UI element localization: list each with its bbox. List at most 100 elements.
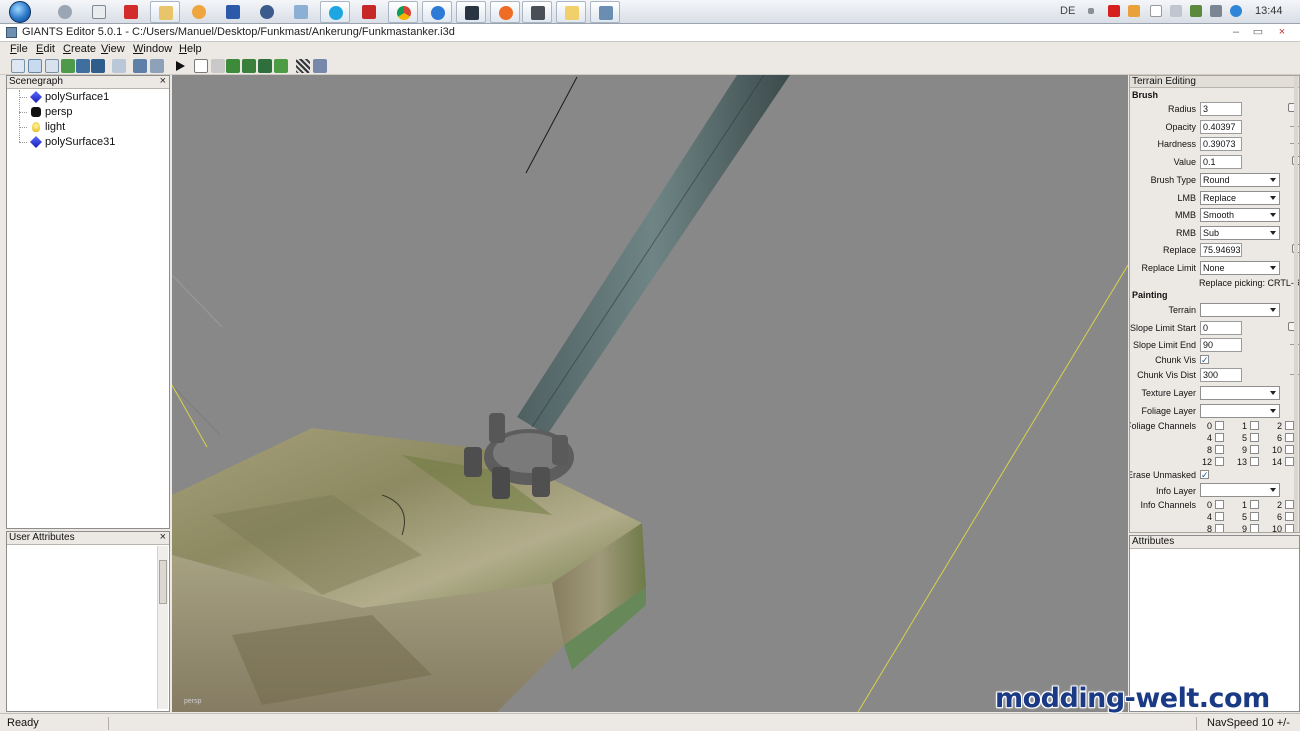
channel-checkbox[interactable] bbox=[1285, 512, 1294, 521]
viewport-3d[interactable]: persp bbox=[172, 75, 1128, 712]
network-icon[interactable] bbox=[1170, 5, 1182, 17]
user-attributes-scrollbar[interactable] bbox=[157, 546, 168, 709]
import-icon[interactable] bbox=[45, 59, 59, 73]
channel-checkbox[interactable] bbox=[1215, 457, 1224, 466]
slope-limit-end-input[interactable]: 90 bbox=[1200, 338, 1242, 352]
close-icon[interactable]: × bbox=[160, 531, 166, 543]
redo-icon[interactable] bbox=[150, 59, 164, 73]
terrain-paint-icon[interactable] bbox=[242, 59, 256, 73]
flag-icon[interactable] bbox=[1150, 5, 1162, 17]
opacity-input[interactable]: 0.40397 bbox=[1200, 120, 1242, 134]
chunk-vis-checkbox[interactable]: ✓ bbox=[1200, 355, 1209, 365]
taskbar-app-skype[interactable] bbox=[320, 1, 350, 23]
tray-app-icon[interactable] bbox=[1128, 5, 1140, 17]
taskbar-app-tool[interactable] bbox=[286, 1, 316, 23]
taskbar-app-browser[interactable] bbox=[252, 1, 282, 23]
hardness-input[interactable]: 0.39073 bbox=[1200, 137, 1242, 151]
channel-checkbox[interactable] bbox=[1250, 457, 1259, 466]
replace-input[interactable]: 75.94693 bbox=[1200, 243, 1242, 257]
channel-checkbox[interactable] bbox=[1285, 457, 1294, 466]
channel-checkbox[interactable] bbox=[1250, 500, 1259, 509]
checker-icon[interactable] bbox=[296, 59, 310, 73]
channel-checkbox[interactable] bbox=[1215, 500, 1224, 509]
taskbar-app-ie[interactable] bbox=[422, 1, 452, 23]
channel-checkbox[interactable] bbox=[1215, 421, 1224, 430]
channel-checkbox[interactable] bbox=[1250, 445, 1259, 454]
save-icon[interactable] bbox=[76, 59, 90, 73]
save-as-icon[interactable] bbox=[91, 59, 105, 73]
channel-checkbox[interactable] bbox=[1215, 524, 1224, 532]
channel-checkbox[interactable] bbox=[1215, 512, 1224, 521]
chunk-vis-dist-input[interactable]: 300 bbox=[1200, 368, 1242, 382]
slope-limit-start-input[interactable]: 0 bbox=[1200, 321, 1242, 335]
taskbar-app-giants[interactable] bbox=[590, 1, 620, 23]
open-file-icon[interactable] bbox=[28, 59, 42, 73]
signal-icon[interactable] bbox=[1190, 5, 1202, 17]
taskbar-app-origin[interactable] bbox=[490, 1, 520, 23]
minimize-button[interactable]: ‒ bbox=[1226, 25, 1246, 39]
taskbar-app-word[interactable] bbox=[218, 1, 248, 23]
menu-create[interactable]: Create bbox=[63, 43, 96, 55]
taskbar-app-media[interactable] bbox=[184, 1, 214, 23]
lmb-select[interactable]: Replace bbox=[1200, 191, 1280, 205]
maximize-button[interactable]: ▭ bbox=[1248, 25, 1268, 39]
scrollbar-thumb[interactable] bbox=[159, 560, 167, 604]
menu-file[interactable]: File bbox=[10, 43, 28, 55]
grass-icon[interactable] bbox=[274, 59, 288, 73]
play-icon[interactable] bbox=[173, 59, 187, 73]
foliage-paint-icon[interactable] bbox=[258, 59, 272, 73]
channel-checkbox[interactable] bbox=[1250, 421, 1259, 430]
erase-unmasked-checkbox[interactable]: ✓ bbox=[1200, 470, 1209, 480]
channel-checkbox[interactable] bbox=[1250, 524, 1259, 532]
menu-help[interactable]: Help bbox=[179, 43, 202, 55]
update-icon[interactable] bbox=[1230, 5, 1242, 17]
foliage-layer-select[interactable] bbox=[1200, 404, 1280, 418]
texture-layer-select[interactable] bbox=[1200, 386, 1280, 400]
terrain-sculpt-icon[interactable] bbox=[226, 59, 240, 73]
clock[interactable]: 13:44 bbox=[1255, 5, 1283, 17]
settings-icon[interactable] bbox=[313, 59, 327, 73]
brush-type-select[interactable]: Round bbox=[1200, 173, 1280, 187]
channel-checkbox[interactable] bbox=[1250, 512, 1259, 521]
channel-checkbox[interactable] bbox=[1285, 500, 1294, 509]
antivirus-icon[interactable] bbox=[1108, 5, 1120, 17]
menu-edit[interactable]: Edit bbox=[36, 43, 55, 55]
channel-checkbox[interactable] bbox=[1215, 445, 1224, 454]
magnet-icon[interactable] bbox=[211, 59, 225, 73]
taskbar-app-folder2[interactable] bbox=[556, 1, 586, 23]
volume-icon[interactable] bbox=[1210, 5, 1222, 17]
language-indicator[interactable]: DE bbox=[1060, 5, 1075, 17]
refresh-icon[interactable] bbox=[61, 59, 75, 73]
taskbar-app-chrome[interactable] bbox=[388, 1, 418, 23]
export-icon[interactable] bbox=[112, 59, 126, 73]
close-icon[interactable]: × bbox=[160, 75, 166, 87]
select-tool-icon[interactable] bbox=[194, 59, 208, 73]
taskbar-app-steam[interactable] bbox=[456, 1, 486, 23]
channel-checkbox[interactable] bbox=[1285, 524, 1294, 532]
menu-view[interactable]: View bbox=[101, 43, 125, 55]
channel-checkbox[interactable] bbox=[1285, 421, 1294, 430]
terrain-panel-scrollbar[interactable] bbox=[1294, 76, 1298, 532]
tray-expand-icon[interactable] bbox=[1088, 8, 1094, 14]
close-window-button[interactable]: × bbox=[1272, 25, 1292, 39]
new-file-icon[interactable] bbox=[11, 59, 25, 73]
taskbar-app-red[interactable] bbox=[116, 1, 146, 23]
channel-checkbox[interactable] bbox=[1285, 433, 1294, 442]
start-button[interactable] bbox=[2, 0, 38, 24]
mmb-select[interactable]: Smooth bbox=[1200, 208, 1280, 222]
taskbar-app-settings[interactable] bbox=[50, 1, 80, 23]
replace-limit-select[interactable]: None bbox=[1200, 261, 1280, 275]
info-layer-select[interactable] bbox=[1200, 483, 1280, 497]
rmb-select[interactable]: Sub bbox=[1200, 226, 1280, 240]
taskbar-app-device[interactable] bbox=[522, 1, 552, 23]
channel-checkbox[interactable] bbox=[1285, 445, 1294, 454]
undo-icon[interactable] bbox=[133, 59, 147, 73]
menu-window[interactable]: Window bbox=[133, 43, 172, 55]
channel-checkbox[interactable] bbox=[1250, 433, 1259, 442]
taskbar-app-pdf[interactable] bbox=[354, 1, 384, 23]
channel-checkbox[interactable] bbox=[1215, 433, 1224, 442]
value-input[interactable]: 0.1 bbox=[1200, 155, 1242, 169]
radius-input[interactable]: 3 bbox=[1200, 102, 1242, 116]
taskbar-app-explorer[interactable] bbox=[150, 1, 180, 23]
terrain-select[interactable] bbox=[1200, 303, 1280, 317]
